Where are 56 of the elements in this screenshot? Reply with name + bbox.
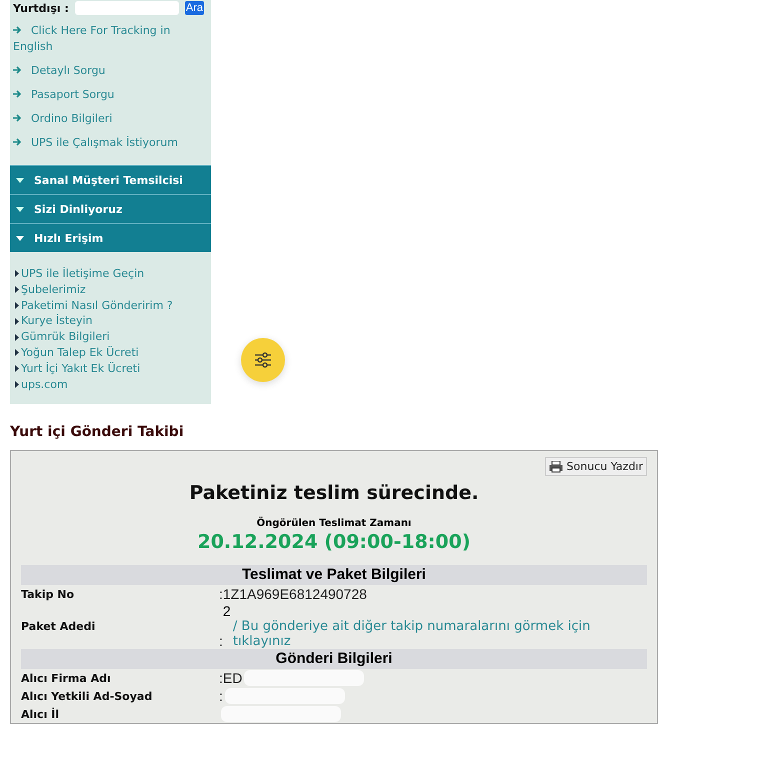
quick-link[interactable]: Gümrük Bilgileri [15,329,110,345]
quick-link[interactable]: Yoğun Talep Ek Ücreti [15,344,139,361]
print-button[interactable]: Sonucu Yazdır [544,457,647,476]
sidebar-link[interactable]: UPS ile Çalışmak İstiyorum [13,135,207,151]
field-value: :ED [219,670,242,686]
triangle-icon [15,302,19,309]
field-label: Takip No [21,588,76,601]
quick-link[interactable]: Kurye İsteyin [15,313,93,330]
search-field[interactable] [74,1,179,15]
arrow-icon [13,66,22,74]
eta-date: 20.12.2024 (09:00-18:00) [196,531,472,554]
arrow-icon [13,26,22,34]
search-button[interactable]: Ara [184,1,204,15]
field-label: Alıcı İl [21,708,60,721]
tracking-link[interactable]: / Bu gönderiye ait diğer takip numaralarını görmek için tıklayınız [232,619,647,650]
field-label: Alıcı Yetkili Ad-Soyad [21,690,154,703]
triangle-icon [15,318,19,325]
triangle-icon [15,286,19,294]
field-value: : [219,688,223,704]
field-label: Paket Adedi [21,620,96,633]
triangle-icon [15,380,19,388]
filter-button[interactable] [241,338,285,382]
group-header: Gönderi Bilgileri [21,649,647,670]
accordion-header[interactable]: Sizi Dinliyoruz [10,194,211,223]
sidebar-link[interactable]: Detaylı Sorgu [13,63,207,79]
triangle-icon [15,270,19,278]
quick-link[interactable]: Paketimi Nasıl Gönderirim ? [15,298,173,314]
status-title: Paketiniz teslim sürecinde. [188,482,480,504]
accordion-header[interactable]: Sanal Müşteri Temsilcisi [10,165,211,194]
arrow-icon [13,114,22,122]
quick-link[interactable]: Yurt İçi Yakıt Ek Ücreti [15,360,140,377]
caret-icon [16,206,24,212]
sliders-icon [254,352,272,368]
accordion-header[interactable]: Hızlı Erişim [10,223,211,252]
triangle-icon [15,365,19,372]
field-label: Alıcı Firma Adı [21,672,112,685]
caret-icon [16,236,24,240]
arrow-icon [13,90,22,98]
printer-icon [548,460,563,473]
sidebar-link[interactable]: Pasaport Sorgu [13,87,207,103]
arrow-icon [13,138,22,146]
group-header: Teslimat ve Paket Bilgileri [21,565,647,586]
caret-icon [16,178,24,182]
search-label: Yurtdışı : [13,2,69,14]
field-value: : [219,633,223,650]
quick-link[interactable]: ups.com [15,376,68,392]
quick-link[interactable]: UPS ile İletişime Geçin [15,266,144,282]
triangle-icon [15,349,19,356]
triangle-icon [15,334,19,341]
quick-link[interactable]: Şubelerimiz [15,282,86,298]
field-value: 2 [222,603,231,620]
eta-label: Öngörülen Teslimat Zamanı [256,518,412,530]
sidebar-link[interactable]: Click Here For Tracking in English [13,23,207,55]
sidebar-link[interactable]: Ordino Bilgileri [13,111,207,127]
section-heading: Yurt içi Gönderi Takibi [10,424,185,440]
field-value: :1Z1A969E6812490728 [219,586,367,602]
